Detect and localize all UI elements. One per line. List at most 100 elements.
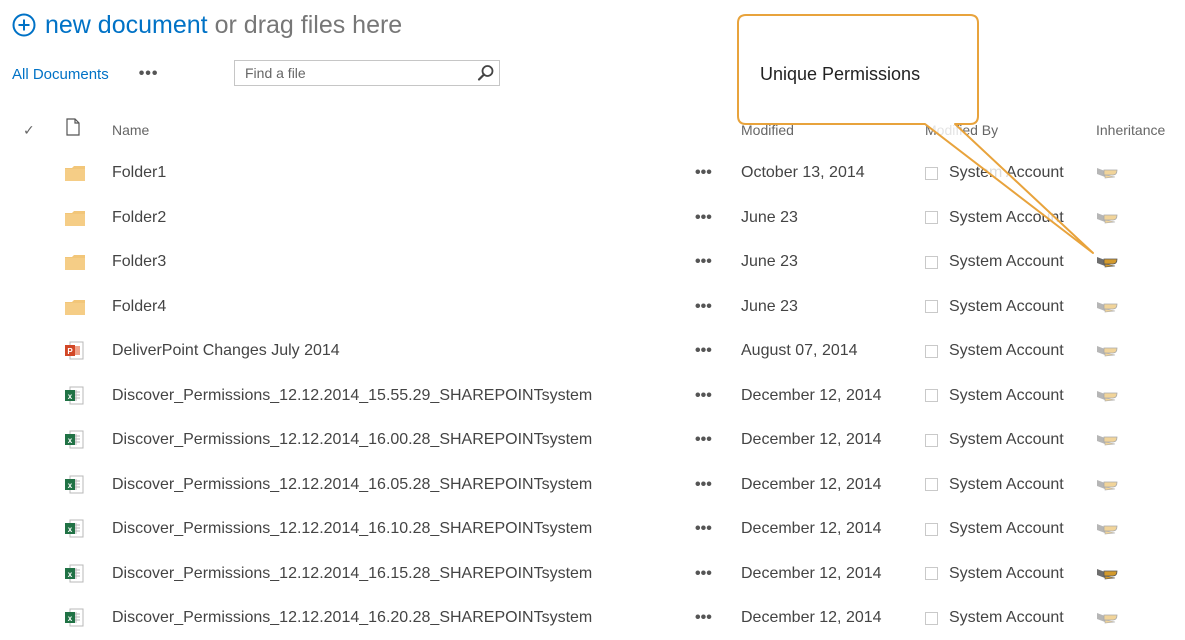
svg-text:x: x [68,481,73,490]
unique-permissions-icon[interactable] [1096,240,1118,284]
svg-text:x: x [68,614,73,623]
inherited-permissions-icon[interactable] [1096,596,1118,640]
modified-date: December 12, 2014 [741,609,882,626]
presence-checkbox [925,552,938,596]
document-row[interactable]: x Discover_Permissions_12.12.2014_16.20.2… [0,596,1185,640]
document-name-link[interactable]: Folder2 [112,196,166,240]
add-circle-icon[interactable] [12,13,36,37]
presence-checkbox [925,196,938,240]
inherited-permissions-icon[interactable] [1096,151,1118,195]
column-header-modified-by[interactable]: Modified By [925,118,998,142]
item-menu-ellipsis[interactable]: ••• [695,285,712,329]
modified-by-link[interactable]: System Account [949,596,1064,640]
modified-date: December 12, 2014 [741,431,882,448]
document-row[interactable]: x Discover_Permissions_12.12.2014_16.00.2… [0,418,1185,462]
column-header-name[interactable]: Name [112,118,149,142]
excel-icon: x [64,596,84,640]
inherited-permissions-icon[interactable] [1096,463,1118,507]
new-document-bar: new document or drag files here [12,8,402,42]
callout-text: Unique Permissions [760,64,921,84]
column-header-inheritance[interactable]: Inheritance [1096,118,1165,142]
folder-icon [64,285,86,329]
search-input[interactable] [235,61,481,85]
document-name-link[interactable]: Discover_Permissions_12.12.2014_16.10.28… [112,507,592,551]
search-box [234,60,500,86]
presence-checkbox [925,463,938,507]
folder-icon [64,240,86,284]
item-menu-ellipsis[interactable]: ••• [695,151,712,195]
inherited-permissions-icon[interactable] [1096,285,1118,329]
document-row[interactable]: P DeliverPoint Changes July 2014 ••• August… [0,329,1185,373]
document-name-link[interactable]: Discover_Permissions_12.12.2014_15.55.29… [112,374,592,418]
modified-date: December 12, 2014 [741,520,882,537]
document-name-link[interactable]: Discover_Permissions_12.12.2014_16.05.28… [112,463,592,507]
item-menu-ellipsis[interactable]: ••• [695,240,712,284]
modified-date: June 23 [741,253,798,270]
inherited-permissions-icon[interactable] [1096,507,1118,551]
modified-by-link[interactable]: System Account [949,285,1064,329]
presence-checkbox [925,596,938,640]
modified-date: December 12, 2014 [741,475,882,493]
inherited-permissions-icon[interactable] [1096,418,1118,462]
document-name-link[interactable]: Folder3 [112,240,166,284]
new-document-link[interactable]: new document [45,11,208,40]
svg-text:x: x [68,570,73,579]
document-type-icon[interactable] [66,118,80,136]
presence-checkbox [925,418,938,462]
select-all-checkmark[interactable]: ✓ [23,118,35,142]
inherited-permissions-icon[interactable] [1096,196,1118,240]
modified-by-link[interactable]: System Account [949,418,1064,462]
item-menu-ellipsis[interactable]: ••• [695,418,712,462]
document-row[interactable]: x Discover_Permissions_12.12.2014_16.10.2… [0,507,1185,551]
item-menu-ellipsis[interactable]: ••• [695,329,712,373]
document-name-link[interactable]: Folder4 [112,285,166,329]
modified-date: October 13, 2014 [741,164,865,181]
excel-icon: x [64,374,84,418]
presence-checkbox [925,507,938,551]
modified-by-link[interactable]: System Account [949,507,1064,551]
item-menu-ellipsis[interactable]: ••• [695,552,712,596]
modified-by-link[interactable]: System Account [949,374,1064,418]
inherited-permissions-icon[interactable] [1096,374,1118,418]
excel-icon: x [64,507,84,551]
document-name-link[interactable]: Folder1 [112,151,166,195]
modified-by-link[interactable]: System Account [949,329,1064,373]
document-name-link[interactable]: Discover_Permissions_12.12.2014_16.20.28… [112,596,592,640]
document-row[interactable]: Folder3 ••• June 23 System Account [0,240,1185,284]
item-menu-ellipsis[interactable]: ••• [695,596,712,640]
inherited-permissions-icon[interactable] [1096,329,1118,373]
modified-by-link[interactable]: System Account [949,151,1064,195]
item-menu-ellipsis[interactable]: ••• [695,374,712,418]
item-menu-ellipsis[interactable]: ••• [695,463,712,507]
modified-by-link[interactable]: System Account [949,463,1064,507]
svg-text:x: x [68,436,73,445]
document-name-link[interactable]: Discover_Permissions_12.12.2014_16.15.28… [112,552,592,596]
presence-checkbox [925,329,938,373]
item-menu-ellipsis[interactable]: ••• [695,196,712,240]
presence-checkbox [925,151,938,195]
document-row[interactable]: Folder1 ••• October 13, 2014 System Account [0,151,1185,195]
modified-by-link[interactable]: System Account [949,552,1064,596]
view-bar: All Documents ••• [12,60,159,88]
folder-icon [64,151,86,195]
document-name-link[interactable]: Discover_Permissions_12.12.2014_16.00.28… [112,418,592,462]
document-row[interactable]: x Discover_Permissions_12.12.2014_16.05.2… [0,463,1185,507]
column-header-modified[interactable]: Modified [741,118,794,142]
unique-permissions-icon[interactable] [1096,552,1118,596]
modified-date: June 23 [741,208,798,226]
document-row[interactable]: Folder4 ••• June 23 System Account [0,285,1185,329]
document-row[interactable]: x Discover_Permissions_12.12.2014_15.55.2… [0,374,1185,418]
modified-by-link[interactable]: System Account [949,240,1064,284]
document-name-link[interactable]: DeliverPoint Changes July 2014 [112,329,340,373]
modified-date: December 12, 2014 [741,564,882,582]
modified-by-link[interactable]: System Account [949,196,1064,240]
document-row[interactable]: x Discover_Permissions_12.12.2014_16.15.2… [0,552,1185,596]
excel-icon: x [64,418,84,462]
document-row[interactable]: Folder2 ••• June 23 System Account [0,196,1185,240]
modified-date: August 07, 2014 [741,342,858,359]
view-more-ellipsis[interactable]: ••• [139,65,159,83]
view-all-documents-link[interactable]: All Documents [12,66,109,83]
item-menu-ellipsis[interactable]: ••• [695,507,712,551]
search-icon[interactable] [477,64,495,82]
svg-text:P: P [67,347,73,356]
